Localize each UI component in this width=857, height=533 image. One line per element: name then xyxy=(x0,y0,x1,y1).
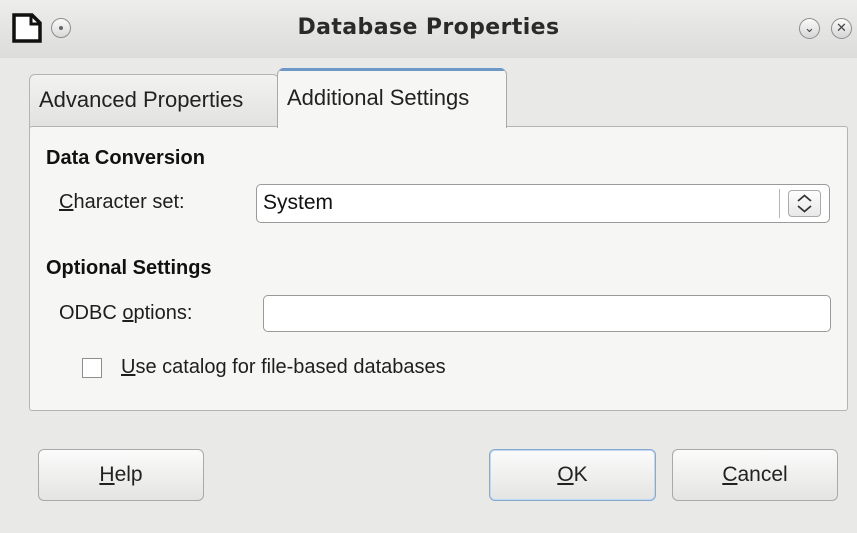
help-button[interactable]: Help xyxy=(38,449,204,501)
cancel-button[interactable]: Cancel xyxy=(672,449,838,501)
chevron-down-icon[interactable]: ⌄ xyxy=(799,18,820,39)
odbc-options-input[interactable] xyxy=(263,295,831,332)
character-set-value: System xyxy=(263,191,334,214)
section-heading-optional-settings: Optional Settings xyxy=(46,257,212,279)
spin-arrows-icon[interactable] xyxy=(788,190,821,217)
tab-label: Advanced Properties xyxy=(39,87,244,112)
window-title: Database Properties xyxy=(297,15,560,40)
tab-additional-settings[interactable]: Additional Settings xyxy=(277,68,507,128)
tab-panel: Data Conversion Character set: System Op… xyxy=(29,126,848,411)
use-catalog-checkbox[interactable] xyxy=(82,358,102,378)
ok-button[interactable]: OK xyxy=(489,449,656,501)
section-heading-data-conversion: Data Conversion xyxy=(46,147,205,169)
tab-label: Additional Settings xyxy=(287,85,470,110)
combo-separator xyxy=(779,189,780,218)
close-icon[interactable]: ✕ xyxy=(831,18,852,39)
character-set-select[interactable]: System xyxy=(256,184,830,223)
character-set-label: Character set: xyxy=(59,191,185,213)
tab-advanced-properties[interactable]: Advanced Properties xyxy=(29,74,279,129)
title-bar: Database Properties ⌄ ✕ xyxy=(0,0,857,58)
odbc-options-label: ODBC options: xyxy=(59,302,193,324)
use-catalog-label[interactable]: Use catalog for file-based databases xyxy=(121,356,446,379)
